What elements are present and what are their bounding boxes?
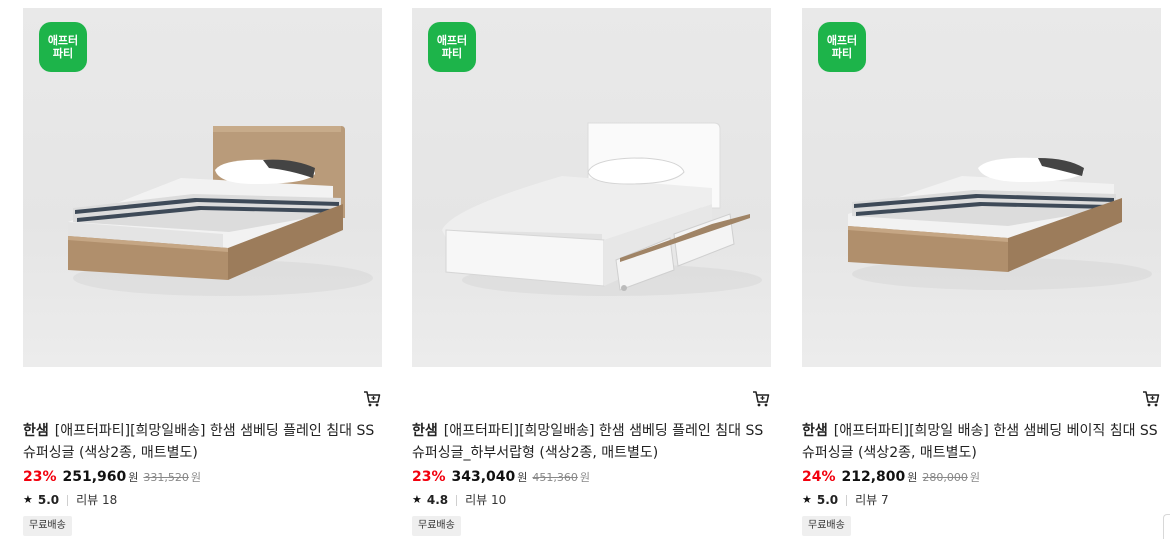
- rating-score: 5.0: [816, 493, 839, 507]
- star-icon: ★: [802, 493, 812, 506]
- divider: [456, 494, 458, 506]
- discount-rate: 23%: [23, 469, 57, 485]
- product-card[interactable]: 애프터 파티 한샘 [애프터파티][희망일배송] 한샘 샘베딩 플레인 침대 SS…: [23, 8, 383, 536]
- rating-row: ★ 5.0 리뷰 18: [23, 492, 117, 508]
- brand-name: 한샘: [412, 423, 438, 439]
- free-shipping-badge: 무료배송: [23, 516, 72, 536]
- review-count: 리뷰 10: [465, 493, 507, 507]
- product-name: [애프터파티][희망일배송] 한샘 샘베딩 플레인 침대 SS 슈퍼싱글_하부서…: [412, 423, 764, 461]
- original-price: 280,000: [922, 471, 968, 484]
- product-card[interactable]: 애프터 파티 한샘 [애프터파티][희망일 배송] 한샘 샘베딩 베이직 침대 S…: [802, 8, 1162, 536]
- review-count: 리뷰 7: [855, 493, 889, 507]
- star-icon: ★: [412, 493, 422, 506]
- original-currency-label: 원: [579, 471, 591, 484]
- review-count: 리뷰 18: [76, 493, 118, 507]
- product-card[interactable]: 애프터 파티 한샘 [애프터파티][희망일배송] 한샘 샘베딩 플레인 침대 SS…: [412, 8, 772, 536]
- rating-row: ★ 4.8 리뷰 10: [412, 492, 506, 508]
- product-title[interactable]: 한샘 [애프터파티][희망일 배송] 한샘 샘베딩 베이직 침대 SS 슈퍼싱글 …: [802, 420, 1162, 464]
- cart-icon[interactable]: [1142, 390, 1160, 408]
- currency-label: 원: [128, 471, 139, 484]
- free-shipping-badge: 무료배송: [412, 516, 461, 536]
- after-party-badge: 애프터 파티: [428, 22, 476, 72]
- original-price: 331,520: [143, 471, 189, 484]
- original-currency-label: 원: [190, 471, 202, 484]
- original-currency-label: 원: [969, 471, 981, 484]
- divider: [67, 494, 69, 506]
- scroll-edge: [1163, 514, 1170, 539]
- brand-name: 한샘: [23, 423, 49, 439]
- price-row: 23% 343,040 원 451,360 원: [412, 468, 590, 487]
- after-party-badge: 애프터 파티: [818, 22, 866, 72]
- after-party-badge: 애프터 파티: [39, 22, 87, 72]
- brand-name: 한샘: [802, 423, 828, 439]
- free-shipping-badge: 무료배송: [802, 516, 851, 536]
- product-title[interactable]: 한샘 [애프터파티][희망일배송] 한샘 샘베딩 플레인 침대 SS 슈퍼싱글 (…: [23, 420, 383, 464]
- product-image[interactable]: 애프터 파티: [412, 8, 771, 367]
- currency-label: 원: [907, 471, 918, 484]
- cart-icon[interactable]: [752, 390, 770, 408]
- rating-score: 5.0: [37, 493, 60, 507]
- product-image[interactable]: 애프터 파티: [23, 8, 382, 367]
- rating-score: 4.8: [426, 493, 449, 507]
- product-name: [애프터파티][희망일 배송] 한샘 샘베딩 베이직 침대 SS 슈퍼싱글 (색…: [802, 423, 1158, 461]
- price-row: 23% 251,960 원 331,520 원: [23, 468, 201, 487]
- price-row: 24% 212,800 원 280,000 원: [802, 468, 980, 487]
- rating-row: ★ 5.0 리뷰 7: [802, 492, 889, 508]
- original-price: 451,360: [532, 471, 578, 484]
- sale-price: 212,800: [841, 469, 906, 485]
- sale-price: 251,960: [62, 469, 127, 485]
- currency-label: 원: [517, 471, 528, 484]
- discount-rate: 23%: [412, 469, 446, 485]
- cart-icon[interactable]: [363, 390, 381, 408]
- product-name: [애프터파티][희망일배송] 한샘 샘베딩 플레인 침대 SS 슈퍼싱글 (색상…: [23, 423, 375, 461]
- product-image[interactable]: 애프터 파티: [802, 8, 1161, 367]
- sale-price: 343,040: [451, 469, 516, 485]
- star-icon: ★: [23, 493, 33, 506]
- divider: [846, 494, 848, 506]
- product-title[interactable]: 한샘 [애프터파티][희망일배송] 한샘 샘베딩 플레인 침대 SS 슈퍼싱글_하…: [412, 420, 772, 464]
- discount-rate: 24%: [802, 469, 836, 485]
